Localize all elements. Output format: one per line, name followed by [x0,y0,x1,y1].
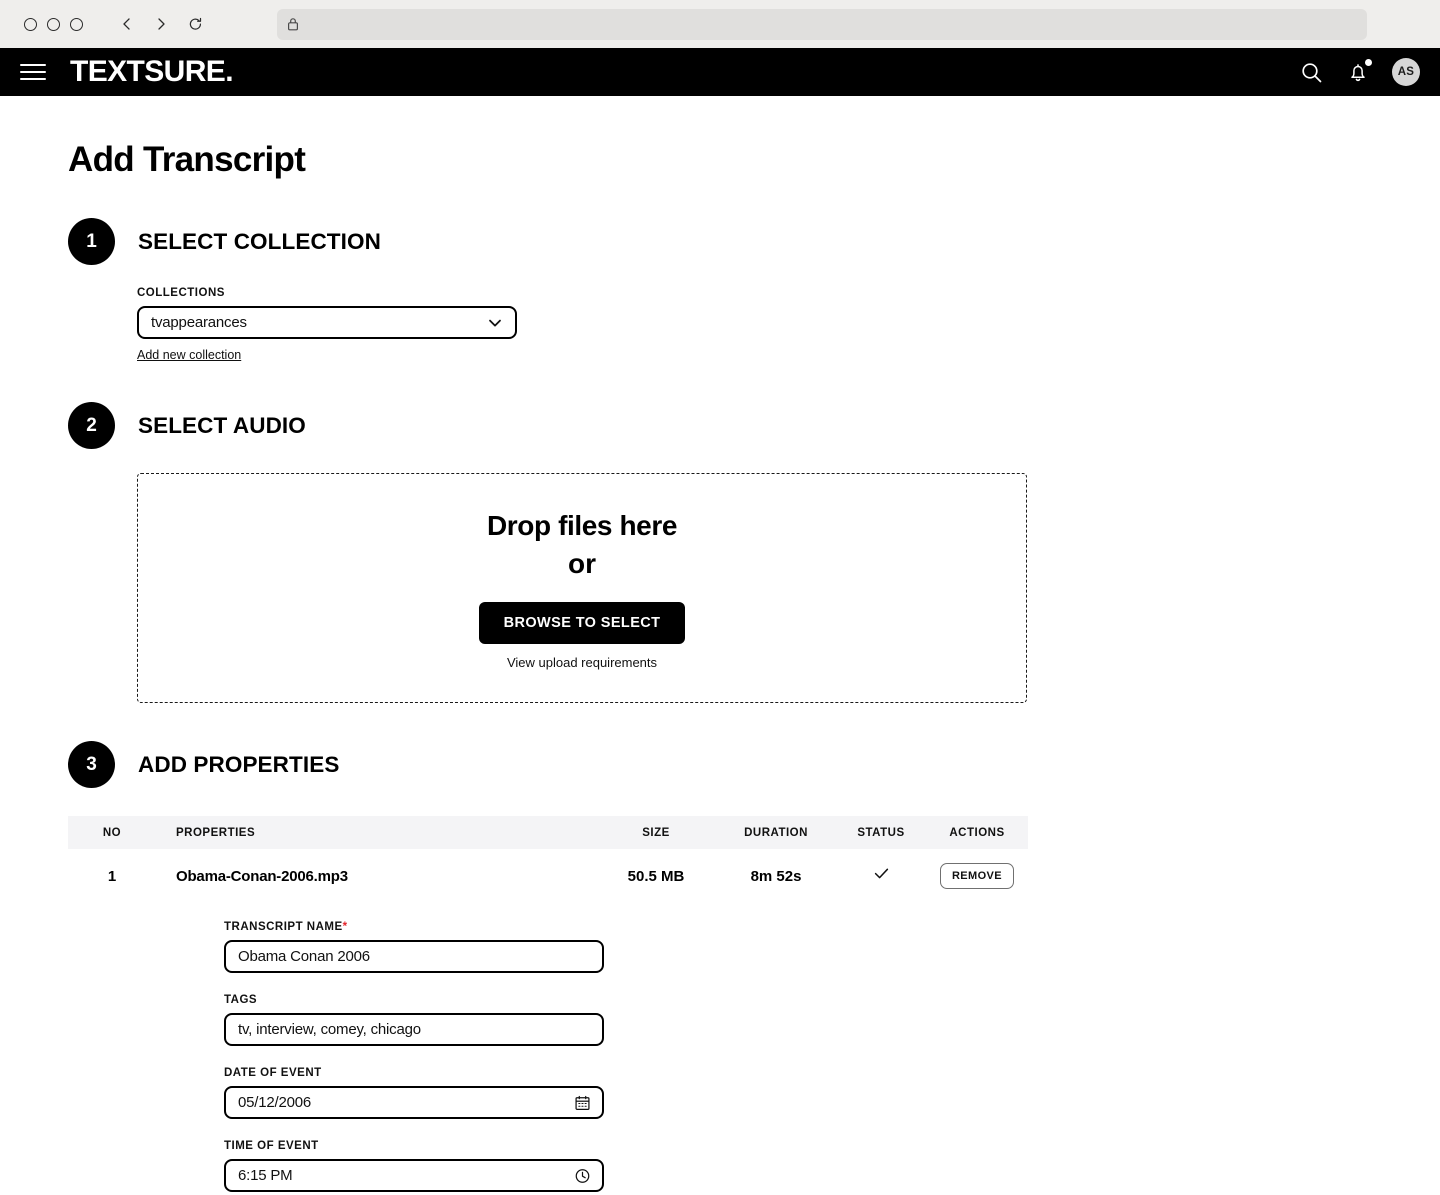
column-header-duration: DURATION [744,826,808,839]
lock-icon [287,18,298,31]
collections-select-value: tvappearances [151,314,247,331]
date-of-event-input[interactable]: 05/12/2006 [224,1086,604,1119]
collections-label: COLLECTIONS [137,287,225,299]
column-header-size: SIZE [642,826,670,839]
column-header-status: STATUS [857,826,905,839]
header-actions: AS [1299,58,1420,86]
table-header-row: NO PROPERTIES SIZE DURATION STATUS ACTIO… [68,816,1028,849]
app-header: TEXTSURE. AS [0,48,1440,96]
table-row: 1 Obama-Conan-2006.mp3 50.5 MB 8m 52s RE… [68,849,1028,903]
properties-table: NO PROPERTIES SIZE DURATION STATUS ACTIO… [68,816,1028,1192]
step-1-header: 1 SELECT COLLECTION [0,218,1440,265]
file-dropzone[interactable]: Drop files here or BROWSE TO SELECT View… [137,473,1027,703]
clock-icon[interactable] [574,1167,591,1184]
hamburger-menu-icon[interactable] [18,57,48,87]
step-select-audio: 2 SELECT AUDIO Drop files here or BROWSE… [0,402,1440,703]
view-upload-requirements-link[interactable]: View upload requirements [507,655,657,670]
collection-field-group: COLLECTIONS tvappearances Add new collec… [0,287,1440,364]
reload-button[interactable] [181,10,209,38]
tags-input[interactable]: tv, interview, comey, chicago [224,1013,604,1046]
time-of-event-label: TIME OF EVENT [224,1140,319,1152]
transcript-name-group: TRANSCRIPT NAME* Obama Conan 2006 [224,921,1028,973]
collections-select[interactable]: tvappearances [137,306,517,339]
check-icon [872,864,891,883]
page-title: Add Transcript [68,140,306,179]
time-of-event-value: 6:15 PM [238,1167,293,1184]
avatar[interactable]: AS [1392,58,1420,86]
brand-logo[interactable]: TEXTSURE. [70,57,234,87]
reload-icon [189,17,201,30]
date-of-event-value: 05/12/2006 [238,1094,312,1111]
row-size: 50.5 MB [627,867,685,885]
row-duration: 8m 52s [750,867,802,885]
window-controls [24,17,83,31]
row-filename: Obama-Conan-2006.mp3 [176,867,348,885]
page-content: Add Transcript 1 SELECT COLLECTION COLLE… [0,140,1440,1192]
step-3-title: ADD PROPERTIES [138,751,340,777]
add-new-collection-link[interactable]: Add new collection [137,348,241,362]
required-asterisk: * [342,921,348,933]
address-bar-container [209,8,1428,40]
remove-file-button[interactable]: REMOVE [939,863,1015,889]
column-header-actions: ACTIONS [949,826,1005,839]
browser-navigation [113,10,209,38]
search-button[interactable] [1299,60,1324,85]
back-button[interactable] [113,10,141,38]
row-number: 1 [107,867,117,885]
tags-label: TAGS [224,994,258,1006]
transcript-name-value: Obama Conan 2006 [238,948,370,965]
row-actions: REMOVE [926,863,1028,889]
step-2-title: SELECT AUDIO [138,412,306,438]
date-of-event-group: DATE OF EVENT 05/12/2006 [224,1067,1028,1119]
time-of-event-group: TIME OF EVENT 6:15 PM [224,1140,1028,1192]
step-3-badge: 3 [68,741,115,788]
tags-value: tv, interview, comey, chicago [238,1021,421,1038]
chevron-down-icon [486,314,504,332]
dropzone-or-text: or [568,547,596,579]
tags-group: TAGS tv, interview, comey, chicago [224,994,1028,1046]
step-select-collection: 1 SELECT COLLECTION COLLECTIONS tvappear… [0,218,1440,364]
column-header-properties: PROPERTIES [176,826,256,839]
transcript-name-label: TRANSCRIPT NAME* [224,921,1028,933]
date-of-event-label: DATE OF EVENT [224,1067,322,1079]
browse-to-select-button[interactable]: BROWSE TO SELECT [478,602,686,645]
transcript-name-label-text: TRANSCRIPT NAME [224,921,343,933]
window-minimize-button[interactable] [47,17,60,31]
step-3-header: 3 ADD PROPERTIES [0,741,1440,788]
forward-button[interactable] [147,10,175,38]
row-status [836,864,926,888]
step-2-badge: 2 [68,402,115,449]
transcript-properties-form: TRANSCRIPT NAME* Obama Conan 2006 TAGS t… [224,903,1028,1192]
chevron-right-icon [158,18,165,30]
window-close-button[interactable] [24,17,37,31]
address-bar[interactable] [276,8,1367,40]
browser-chrome [0,0,1440,48]
step-1-title: SELECT COLLECTION [138,228,381,254]
time-of-event-input[interactable]: 6:15 PM [224,1159,604,1192]
dropzone-title: Drop files here [486,509,678,541]
notifications-button[interactable] [1346,59,1372,84]
step-1-badge: 1 [68,218,115,265]
step-add-properties: 3 ADD PROPERTIES NO PROPERTIES SIZE DURA… [0,741,1440,1192]
column-header-no: NO [102,826,122,839]
notification-badge-dot [1365,59,1372,66]
search-icon [1302,62,1322,82]
chevron-left-icon [123,18,130,30]
step-2-header: 2 SELECT AUDIO [0,402,1440,449]
calendar-icon[interactable] [574,1094,591,1111]
transcript-name-input[interactable]: Obama Conan 2006 [224,940,604,973]
window-maximize-button[interactable] [70,17,83,31]
